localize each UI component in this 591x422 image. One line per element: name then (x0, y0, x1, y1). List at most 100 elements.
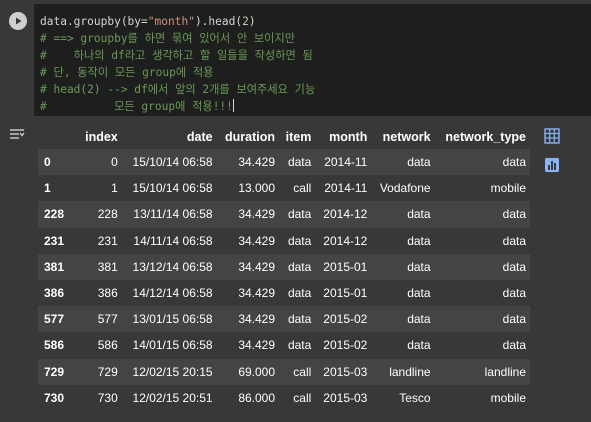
table-cell: 2014-12 (323, 207, 368, 222)
table-cell: data (407, 259, 431, 274)
index-header-blank (38, 124, 78, 149)
table-row: 1 1 15/10/14 06:58 13.000 call 2014-11 Vodafon… (38, 175, 530, 202)
table-cell: Tesco (399, 390, 431, 405)
column-header: index (85, 129, 118, 144)
code-line: # head(2) --> df에서 앞의 2개를 보여주세요 기능 (40, 81, 315, 98)
row-label: 577 (44, 312, 65, 327)
table-cell: data (502, 207, 526, 222)
column-header: date (186, 129, 213, 144)
table-cell: 34.429 (238, 259, 276, 274)
row-label: 381 (44, 259, 65, 274)
table-header-row: index date duration item month network network… (38, 124, 530, 149)
row-label: 729 (44, 364, 65, 379)
table-cell: 2015-01 (323, 259, 368, 274)
row-label: 228 (44, 207, 65, 222)
table-row: 577 577 13/01/15 06:58 34.429 data 2015-02 dat… (38, 306, 530, 333)
column-header: duration (225, 129, 276, 144)
table-cell: 2014-11 (324, 181, 368, 196)
row-label: 231 (44, 233, 65, 248)
row-label: 0 (44, 155, 51, 170)
table-cell: 13/01/15 06:58 (132, 312, 213, 327)
table-body: 0 0 15/10/14 06:58 34.429 data 2014-11 data dat… (38, 149, 530, 411)
column-header: network_type (445, 129, 526, 144)
code-token-comment: # 하나의 df라고 생각하고 할 일들을 작성하면 됨 (40, 49, 313, 62)
table-cell: data (407, 312, 431, 327)
table-cell: call (293, 390, 312, 405)
table-cell: data (287, 312, 312, 327)
table-cell: 13.000 (238, 181, 276, 196)
table-cell: 14/01/15 06:58 (132, 338, 213, 353)
table-cell: 730 (97, 390, 118, 405)
table-cell: 34.429 (238, 155, 276, 170)
table-cell: data (287, 338, 312, 353)
table-cell: data (287, 207, 312, 222)
column-header: month (329, 129, 368, 144)
table-cell: data (287, 259, 312, 274)
code-token-comment: # 모든 group에 적용!!! (40, 100, 233, 113)
table-cell: 69.000 (238, 364, 276, 379)
table-cell: 13/11/14 06:58 (133, 207, 213, 222)
table-cell: 13/12/14 06:58 (132, 259, 213, 274)
table-cell: 2015-01 (323, 286, 368, 301)
table-cell: 1 (111, 181, 118, 196)
code-token-comment: # ==> groupby를 하면 묶여 있어서 안 보이지만 (40, 32, 296, 45)
table-cell: data (502, 338, 526, 353)
code-token-comment: # 단, 동작이 모든 group에 적용 (40, 66, 214, 79)
table-cell: call (293, 181, 312, 196)
table-cell: 386 (97, 286, 118, 301)
code-token-default: ).head( (194, 15, 243, 28)
table-row: 0 0 15/10/14 06:58 34.429 data 2014-11 data dat… (38, 149, 530, 176)
table-cell: mobile (490, 181, 526, 196)
table-cell: 2015-02 (323, 338, 368, 353)
table-row: 381 381 13/12/14 06:58 34.429 data 2015-01 dat… (38, 253, 530, 280)
table-row: 586 586 14/01/15 06:58 34.429 data 2015-02 dat… (38, 332, 530, 359)
table-row: 386 386 14/12/14 06:58 34.429 data 2015-01 dat… (38, 279, 530, 307)
table-cell: data (407, 233, 431, 248)
table-cell: data (287, 155, 312, 170)
table-cell: 86.000 (238, 390, 276, 405)
table-cell: mobile (490, 390, 526, 405)
table-cell: data (407, 286, 431, 301)
table-cell: 2014-12 (323, 233, 368, 248)
dataframe-table: index date duration item month network network… (38, 124, 530, 411)
text-cursor (232, 99, 234, 112)
table-cell: data (502, 259, 526, 274)
play-icon (13, 16, 23, 26)
table-cell: 15/10/14 06:58 (132, 155, 213, 170)
table-cell: data (502, 312, 526, 327)
table-cell: landline (484, 364, 526, 379)
table-cell: 15/10/14 06:58 (132, 181, 213, 196)
code-cell: data.groupby(by="month").head(2) # ==> gr… (0, 0, 591, 116)
table-cell: 14/12/14 06:58 (132, 286, 213, 301)
run-cell-button[interactable] (9, 12, 27, 30)
table-row: 729 729 12/02/15 20:15 69.000 call 2015-03 lan… (38, 358, 530, 385)
table-cell: 2015-03 (323, 364, 368, 379)
column-header: item (285, 129, 312, 144)
code-line: data.groupby(by="month").head(2) (40, 13, 315, 30)
code-token-number: 2 (242, 15, 249, 28)
code-token-default: data.groupby(by= (40, 15, 148, 28)
chart-icon[interactable] (544, 157, 560, 173)
table-cell: 586 (97, 338, 118, 353)
row-label: 730 (44, 390, 65, 405)
code-line: # 단, 동작이 모든 group에 적용 (40, 64, 315, 81)
table-icon[interactable] (544, 128, 560, 144)
table-row: 228 228 13/11/14 06:58 34.429 data 2014-12 dat… (38, 201, 530, 228)
table-cell: 14/11/14 06:58 (133, 233, 213, 248)
row-label: 386 (44, 286, 65, 301)
table-cell: data (407, 338, 431, 353)
output-menu-icon[interactable] (9, 126, 25, 140)
table-cell: data (407, 207, 431, 222)
table-cell: data (407, 155, 431, 170)
code-editor[interactable]: data.groupby(by="month").head(2) # ==> gr… (34, 4, 591, 116)
code-line: # 모든 group에 적용!!! (40, 98, 315, 115)
table-cell: 12/02/15 20:15 (132, 364, 213, 379)
table-cell: 228 (97, 207, 118, 222)
table-cell: 231 (97, 233, 118, 248)
table-cell: 2014-11 (324, 155, 368, 170)
table-cell: 34.429 (238, 207, 276, 222)
table-cell: 729 (97, 364, 118, 379)
output-area: index date duration item month network network… (0, 116, 591, 422)
table-cell: 12/02/15 20:51 (132, 390, 213, 405)
code-token-string: "month" (147, 15, 195, 28)
